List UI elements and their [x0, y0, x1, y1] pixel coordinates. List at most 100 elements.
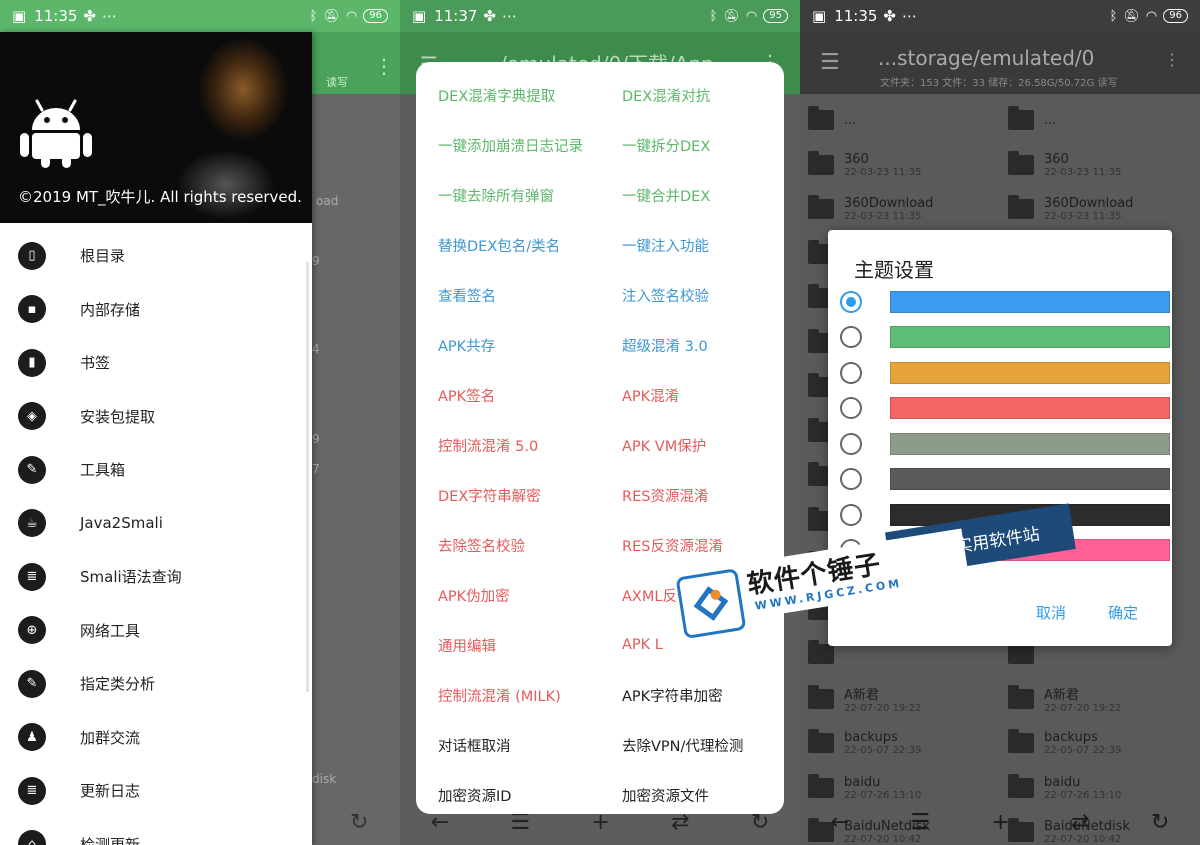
- menu-item[interactable]: APK VM保护: [600, 420, 784, 470]
- radio-button[interactable]: [840, 432, 862, 455]
- folder-row[interactable]: A新君 22-07-20 19:22: [1000, 677, 1190, 722]
- list-icon[interactable]: ☰: [910, 810, 930, 835]
- drawer-item-bookmarks[interactable]: ▮ 书签: [0, 336, 312, 390]
- menu-item[interactable]: APK伪加密: [416, 570, 600, 620]
- radio-button[interactable]: [840, 326, 862, 349]
- folder-row[interactable]: backups 22-05-07 22:39: [1000, 721, 1190, 766]
- swap-icon[interactable]: ⇄: [1071, 810, 1089, 835]
- phone-icon: ▯: [18, 241, 46, 270]
- folder-text: baidu 22-07-26 13:10: [844, 775, 921, 801]
- refresh-icon[interactable]: ↻: [1151, 810, 1169, 835]
- hamburger-icon[interactable]: ☰: [820, 50, 840, 75]
- cancel-button[interactable]: 取消: [1036, 602, 1066, 623]
- drawer-item-label: 内部存储: [80, 300, 141, 319]
- drawer-item-class-analysis[interactable]: ✎ 指定类分析: [0, 657, 312, 711]
- radio-button[interactable]: [840, 361, 862, 384]
- folder-icon: [1008, 106, 1034, 131]
- color-swatch[interactable]: [889, 397, 1170, 420]
- menu-item[interactable]: APK共存: [416, 320, 600, 370]
- menu-item[interactable]: APK混淆: [600, 370, 784, 420]
- folder-row[interactable]: 360Download 22-03-23 11:35: [800, 187, 990, 232]
- folder-text: A新君 22-07-20 19:22: [844, 684, 921, 714]
- menu-item[interactable]: DEX字符串解密: [416, 470, 600, 520]
- folder-row[interactable]: backups 22-05-07 22:39: [800, 721, 990, 766]
- drawer-item-toolbox[interactable]: ✎ 工具箱: [0, 443, 312, 497]
- drawer-item-network-tools[interactable]: ⊕ 网络工具: [0, 604, 312, 658]
- wifi-icon: ◠: [745, 8, 758, 24]
- folder-row[interactable]: ...: [1000, 98, 1190, 143]
- menu-item[interactable]: 一键注入功能: [600, 220, 784, 270]
- status-time: 11:35: [834, 7, 878, 25]
- menu-item[interactable]: 查看签名: [416, 270, 600, 320]
- folder-row[interactable]: 360Download 22-03-23 11:35: [1000, 187, 1190, 232]
- folder-row[interactable]: ...: [800, 98, 990, 143]
- menu-item[interactable]: 一键添加崩溃日志记录: [416, 120, 600, 170]
- more-icon: ⋯: [902, 7, 917, 25]
- drawer-item-apk-extract[interactable]: ◈ 安装包提取: [0, 390, 312, 444]
- color-swatch[interactable]: [889, 326, 1170, 349]
- drawer-item-label: 加群交流: [80, 728, 141, 747]
- theme-option[interactable]: [840, 284, 1170, 320]
- drawer-item-java2smali[interactable]: ☕ Java2Smali: [0, 497, 312, 551]
- drawer-scrollbar[interactable]: [306, 262, 309, 692]
- menu-item[interactable]: 加密资源ID: [416, 770, 600, 820]
- menu-item[interactable]: 对话框取消: [416, 720, 600, 770]
- home-icon: ⌂: [18, 830, 46, 845]
- drawer-item-join-group[interactable]: ♟ 加群交流: [0, 711, 312, 765]
- radio-button[interactable]: [840, 397, 862, 420]
- menu-item[interactable]: 一键拆分DEX: [600, 120, 784, 170]
- bluetooth-icon: ᛒ: [1109, 8, 1118, 24]
- menu-item[interactable]: 超级混淆 3.0: [600, 320, 784, 370]
- drawer-item-check-update[interactable]: ⌂ 检测更新: [0, 818, 312, 845]
- menu-item[interactable]: 注入签名校验: [600, 270, 784, 320]
- more-icon: ⋯: [502, 7, 517, 25]
- theme-option[interactable]: [840, 320, 1170, 356]
- menu-item[interactable]: 控制流混淆 (MILK): [416, 670, 600, 720]
- drawer-item-label: 根目录: [80, 247, 126, 266]
- folder-icon: [1008, 684, 1034, 709]
- folder-icon: [1008, 729, 1034, 754]
- drawer-item-changelog[interactable]: ≣ 更新日志: [0, 764, 312, 818]
- color-swatch[interactable]: [889, 361, 1170, 384]
- overflow-menu-icon[interactable]: ⋮: [1164, 50, 1180, 69]
- battery-icon: 96: [363, 9, 388, 23]
- menu-item[interactable]: DEX混淆对抗: [600, 70, 784, 120]
- menu-item[interactable]: APK字符串加密: [600, 670, 784, 720]
- menu-item[interactable]: 去除VPN/代理检测: [600, 720, 784, 770]
- bookmark-icon: ▮: [18, 348, 46, 377]
- bg-text: 9: [312, 254, 320, 268]
- menu-item[interactable]: 一键合并DEX: [600, 170, 784, 220]
- menu-item[interactable]: APK签名: [416, 370, 600, 420]
- menu-item[interactable]: DEX混淆字典提取: [416, 70, 600, 120]
- folder-row[interactable]: 360 22-03-23 11:35: [800, 143, 990, 188]
- folder-icon: [808, 684, 834, 709]
- theme-option[interactable]: [840, 355, 1170, 391]
- menu-item[interactable]: 一键去除所有弹窗: [416, 170, 600, 220]
- status-bar: ▣ 11:35 ✤ ⋯ ᛒ 🔕︎ ◠ 96: [0, 0, 400, 32]
- menu-item[interactable]: 去除签名校验: [416, 520, 600, 570]
- folder-row[interactable]: 360 22-03-23 11:35: [1000, 143, 1190, 188]
- back-icon[interactable]: ←: [831, 810, 849, 835]
- theme-option[interactable]: [840, 391, 1170, 427]
- menu-item[interactable]: 控制流混淆 5.0: [416, 420, 600, 470]
- menu-item[interactable]: 加密资源文件: [600, 770, 784, 820]
- navigation-drawer: ©2019 MT_吹牛儿. All rights reserved. ▯ 根目录 …: [0, 32, 312, 845]
- android-icon: [20, 99, 92, 168]
- app-bar: ☰ ...storage/emulated/0 文件夹：153 文件：33 储存…: [800, 32, 1200, 94]
- ok-button[interactable]: 确定: [1108, 602, 1138, 623]
- drawer-item-root[interactable]: ▯ 根目录: [0, 229, 312, 283]
- folder-name: A新君: [844, 687, 879, 703]
- folder-text: backups 22-05-07 22:39: [1044, 730, 1121, 756]
- folder-row[interactable]: A新君 22-07-20 19:22: [800, 677, 990, 722]
- add-icon[interactable]: +: [991, 810, 1009, 835]
- menu-item[interactable]: 替换DEX包名/类名: [416, 220, 600, 270]
- menu-item[interactable]: 通用编辑: [416, 620, 600, 670]
- radio-button[interactable]: [840, 290, 862, 313]
- folder-name: 360: [844, 151, 869, 167]
- folder-name: ...: [1044, 112, 1057, 128]
- drawer-menu: ▯ 根目录 ▪ 内部存储 ▮ 书签 ◈ 安装包提取 ✎ 工具箱 ☕ Java2Smali ≣…: [0, 223, 312, 845]
- color-swatch[interactable]: [889, 290, 1170, 313]
- drawer-item-label: 工具箱: [80, 461, 126, 480]
- drawer-item-internal-storage[interactable]: ▪ 内部存储: [0, 283, 312, 337]
- drawer-item-smali-syntax[interactable]: ≣ Smali语法查询: [0, 550, 312, 604]
